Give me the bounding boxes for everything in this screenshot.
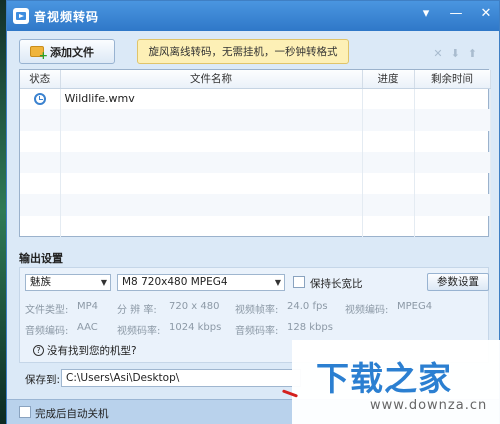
table-row (20, 215, 491, 238)
table-row (20, 151, 491, 174)
save-path-field[interactable]: C:\Users\Asi\Desktop\ (61, 369, 301, 387)
video-codec-value: MPEG4 (397, 301, 433, 312)
format-select[interactable]: M8 720x480 MPEG4 ▼ (117, 274, 285, 291)
keep-ratio-checkbox[interactable] (293, 276, 305, 288)
resolution-label: 分 辨 率: (117, 305, 157, 316)
window-title: 音视频转码 (34, 9, 100, 24)
menu-dropdown-icon[interactable]: ▾ (419, 7, 433, 21)
auto-shutdown-label: 完成后自动关机 (35, 408, 109, 420)
help-text: 没有找到您的机型? (47, 345, 137, 357)
clock-icon (33, 93, 46, 106)
chevron-down-icon: ▼ (100, 278, 107, 287)
status-cell (20, 88, 61, 110)
header-filename[interactable]: 文件名称 (60, 70, 363, 89)
video-bitrate-value: 1024 kbps (169, 322, 222, 333)
watermark-main-text: 下载之家 (316, 359, 452, 398)
header-status[interactable]: 状态 (20, 70, 61, 89)
device-brand-select[interactable]: 魅族 ▼ (25, 274, 111, 291)
remove-icon[interactable]: ✕ (433, 47, 442, 60)
minimize-button[interactable]: — (449, 7, 463, 21)
remaining-cell (414, 88, 491, 110)
parameter-settings-button[interactable]: 参数设置 (427, 273, 489, 291)
add-file-button[interactable]: 添加文件 (19, 39, 115, 64)
move-down-icon[interactable]: ⬇ (451, 47, 460, 60)
app-logo-icon (13, 8, 29, 24)
watermark: 下载之家 www.downza.cn (292, 340, 500, 424)
chevron-down-icon: ▼ (274, 278, 281, 287)
close-button[interactable]: ✕ (479, 7, 493, 21)
model-not-found-link[interactable]: ? 没有找到您的机型? (33, 343, 137, 358)
resolution-value: 720 x 480 (169, 301, 220, 312)
frame-rate-label: 视频帧率: (235, 305, 279, 316)
add-folder-icon (30, 46, 48, 62)
add-file-label: 添加文件 (50, 45, 94, 59)
auto-shutdown-checkbox[interactable] (19, 406, 31, 418)
watermark-url-text: www.downza.cn (370, 398, 488, 413)
move-up-icon[interactable]: ⬆ (468, 47, 477, 60)
table-row[interactable]: Wildlife.wmv (20, 88, 491, 110)
keep-ratio-label: 保持长宽比 (310, 278, 363, 290)
progress-cell (362, 88, 415, 110)
file-list: 状态 文件名称 进度 剩余时间 Wildlife.wmv (19, 69, 491, 238)
audio-bitrate-value: 128 kbps (287, 322, 333, 333)
video-bitrate-label: 视频码率: (117, 326, 161, 337)
table-row (20, 109, 491, 131)
device-brand-value: 魅族 (30, 276, 51, 288)
frame-rate-value: 24.0 fps (287, 301, 328, 312)
header-progress[interactable]: 进度 (362, 70, 415, 89)
title-bar[interactable]: 音视频转码 ▾ — ✕ (7, 1, 499, 31)
table-row (20, 194, 491, 216)
file-type-value: MP4 (77, 301, 99, 312)
format-value: M8 720x480 MPEG4 (122, 276, 228, 288)
audio-codec-label: 音频编码: (25, 326, 69, 337)
toolbar: 添加文件 旋风离线转码，无需挂机，一秒钟转格式 ✕ ⬇ ⬆ (19, 39, 487, 65)
help-icon: ? (33, 345, 44, 356)
header-remaining[interactable]: 剩余时间 (414, 70, 491, 89)
output-settings-title: 输出设置 (19, 252, 63, 265)
audio-bitrate-label: 音频码率: (235, 326, 279, 337)
table-row (20, 173, 491, 195)
video-codec-label: 视频编码: (345, 305, 389, 316)
file-type-label: 文件类型: (25, 305, 69, 316)
filename-cell: Wildlife.wmv (60, 88, 363, 110)
audio-codec-value: AAC (77, 322, 98, 333)
table-row (20, 130, 491, 152)
promo-banner[interactable]: 旋风离线转码，无需挂机，一秒钟转格式 (137, 39, 349, 64)
save-to-label: 保存到: (25, 374, 61, 386)
